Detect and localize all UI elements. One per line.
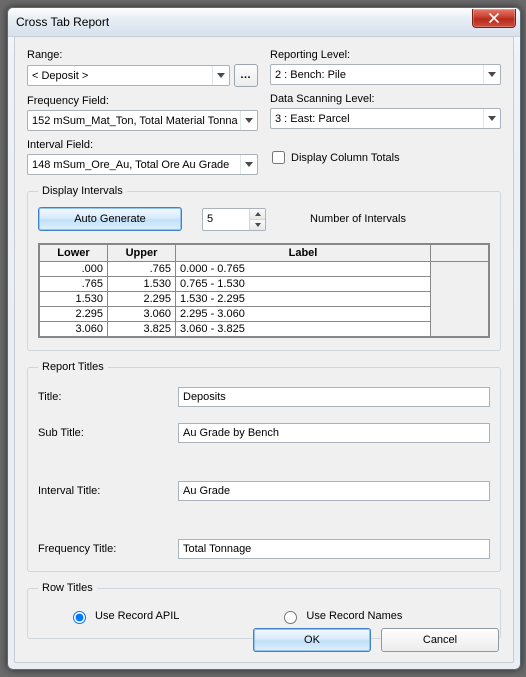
- table-gutter: [431, 262, 489, 337]
- table-row[interactable]: 1.530 2.295 1.530 - 2.295: [40, 292, 489, 307]
- data-scanning-level-combo[interactable]: 3 : East: Parcel: [270, 108, 501, 129]
- interval-field-combo[interactable]: 148 mSum_Ore_Au, Total Ore Au Grade: [27, 154, 258, 175]
- report-titles-legend: Report Titles: [38, 361, 108, 373]
- chevron-up-icon: [255, 212, 261, 216]
- subtitle-label: Sub Title:: [38, 427, 178, 439]
- interval-title-label: Interval Title:: [38, 485, 178, 497]
- reporting-level-label: Reporting Level:: [270, 49, 501, 61]
- interval-title-input[interactable]: Au Grade: [178, 481, 490, 501]
- chevron-down-icon: [483, 109, 500, 128]
- titlebar[interactable]: Cross Tab Report: [8, 8, 520, 37]
- interval-field-value: 148 mSum_Ore_Au, Total Ore Au Grade: [28, 159, 240, 171]
- chevron-down-icon: [212, 66, 229, 85]
- cancel-button[interactable]: Cancel: [381, 628, 499, 652]
- chevron-down-icon: [240, 155, 257, 174]
- col-lower[interactable]: Lower: [40, 245, 108, 262]
- radio-apil-input[interactable]: [73, 611, 86, 624]
- intervals-table[interactable]: Lower Upper Label .000 .765 0.000 - 0.76…: [39, 244, 489, 337]
- interval-count-value: 5: [203, 213, 249, 225]
- spinner-up[interactable]: [250, 209, 265, 220]
- table-header-row: Lower Upper Label: [40, 245, 489, 262]
- frequency-field-value: 152 mSum_Mat_Ton, Total Material Tonna: [28, 115, 240, 127]
- frequency-title-input[interactable]: Total Tonnage: [178, 539, 490, 559]
- interval-count-spinner[interactable]: 5: [202, 208, 266, 231]
- display-intervals-group: Display Intervals Auto Generate 5 Number…: [27, 185, 501, 351]
- client-area: Range: < Deposit > … Frequency Field: 15…: [14, 36, 514, 663]
- dialog-window: Cross Tab Report Range: < Deposit > …: [7, 7, 521, 670]
- table-row[interactable]: .765 1.530 0.765 - 1.530: [40, 277, 489, 292]
- range-label: Range:: [27, 49, 258, 61]
- close-icon: [489, 13, 499, 23]
- radio-use-record-names[interactable]: Use Record Names: [279, 608, 402, 624]
- range-combo[interactable]: < Deposit >: [27, 65, 230, 86]
- radio-use-record-apil[interactable]: Use Record APIL: [68, 608, 179, 624]
- report-titles-group: Report Titles Title: Deposits Sub Title:…: [27, 361, 501, 572]
- window-title: Cross Tab Report: [16, 15, 109, 29]
- col-gutter: [431, 245, 489, 262]
- table-row[interactable]: 3.060 3.825 3.060 - 3.825: [40, 322, 489, 337]
- table-row[interactable]: 2.295 3.060 2.295 - 3.060: [40, 307, 489, 322]
- display-column-totals-label: Display Column Totals: [291, 152, 400, 164]
- range-value: < Deposit >: [28, 70, 212, 82]
- row-titles-legend: Row Titles: [38, 582, 97, 594]
- display-intervals-legend: Display Intervals: [38, 185, 127, 197]
- interval-field-label: Interval Field:: [27, 139, 258, 151]
- chevron-down-icon: [240, 111, 257, 130]
- frequency-field-combo[interactable]: 152 mSum_Mat_Ton, Total Material Tonna: [27, 110, 258, 131]
- subtitle-input[interactable]: Au Grade by Bench: [178, 423, 490, 443]
- interval-count-label: Number of Intervals: [310, 213, 406, 225]
- ellipsis-icon: …: [240, 70, 252, 81]
- ok-button[interactable]: OK: [253, 628, 371, 652]
- table-row[interactable]: .000 .765 0.000 - 0.765: [40, 262, 489, 277]
- title-label: Title:: [38, 391, 178, 403]
- frequency-field-label: Frequency Field:: [27, 95, 258, 107]
- auto-generate-button[interactable]: Auto Generate: [38, 207, 182, 231]
- data-scanning-level-label: Data Scanning Level:: [270, 93, 501, 105]
- reporting-level-combo[interactable]: 2 : Bench: Pile: [270, 64, 501, 85]
- radio-names-input[interactable]: [284, 611, 297, 624]
- close-button[interactable]: [472, 9, 516, 28]
- spinner-down[interactable]: [250, 220, 265, 230]
- chevron-down-icon: [255, 223, 261, 227]
- dialog-footer: OK Cancel: [253, 628, 499, 652]
- title-input[interactable]: Deposits: [178, 387, 490, 407]
- range-browse-button[interactable]: …: [234, 64, 258, 87]
- reporting-level-value: 2 : Bench: Pile: [271, 69, 483, 81]
- frequency-title-label: Frequency Title:: [38, 543, 178, 555]
- intervals-table-container: Lower Upper Label .000 .765 0.000 - 0.76…: [38, 243, 490, 338]
- chevron-down-icon: [483, 65, 500, 84]
- data-scanning-level-value: 3 : East: Parcel: [271, 113, 483, 125]
- col-upper[interactable]: Upper: [108, 245, 176, 262]
- display-column-totals-checkbox[interactable]: [272, 151, 285, 164]
- col-label[interactable]: Label: [176, 245, 431, 262]
